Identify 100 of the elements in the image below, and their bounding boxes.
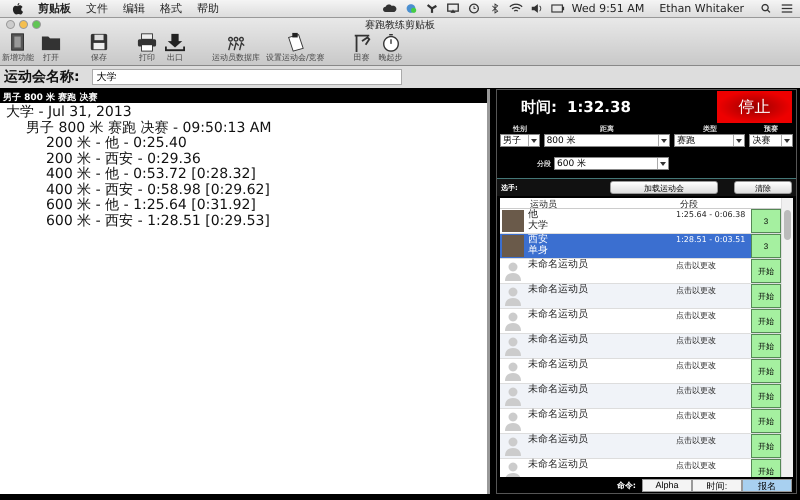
caret-icon (530, 138, 537, 142)
search-icon[interactable] (759, 3, 773, 14)
athlete-row[interactable]: 未命名运动员 点击以更改 开始 (500, 359, 781, 384)
segment-tab[interactable]: 时间: (692, 478, 742, 492)
dropdown[interactable]: 决赛 (749, 134, 793, 147)
timer-label: 时间: (521, 98, 557, 116)
menu-item[interactable]: 帮助 (197, 1, 219, 16)
lap-button[interactable]: 3 (751, 234, 781, 258)
meet-name-field[interactable]: 大学 (92, 69, 402, 85)
caret-icon (784, 138, 790, 142)
toolbar-button[interactable]: 晚起步 (378, 32, 403, 63)
toolbar-button[interactable]: 运动员数据库 (212, 32, 260, 63)
printer-icon (136, 32, 158, 52)
wifi-icon[interactable] (508, 3, 523, 14)
athlete-name: 未命名运动员 (528, 359, 589, 370)
athlete-row[interactable]: 未命名运动员 点击以更改 开始 (500, 434, 781, 459)
speaker-icon[interactable] (530, 3, 544, 14)
lap-button[interactable]: 开始 (751, 459, 781, 477)
athlete-row[interactable]: 未命名运动员 点击以更改 开始 (500, 409, 781, 434)
split-time: 点击以更改 (676, 460, 717, 471)
download-tray-icon (164, 32, 186, 52)
lap-button[interactable]: 开始 (751, 434, 781, 458)
log-line: 大学 - Jul 31, 2013 (6, 104, 132, 120)
person-silhouette-icon (502, 435, 524, 457)
window-title: 赛跑教练剪贴板 (365, 18, 435, 32)
person-silhouette-icon (502, 410, 524, 432)
globe-icon[interactable] (404, 3, 418, 14)
athlete-name: 未命名运动员 (528, 284, 589, 295)
lap-button[interactable]: 开始 (751, 259, 781, 283)
athlete-row[interactable]: 他 大学 1:25.64 - 0:06.38 3 (500, 209, 781, 234)
split-time: 点击以更改 (676, 435, 717, 446)
scroll-bar[interactable] (781, 198, 793, 477)
split-time: 点击以更改 (676, 385, 717, 396)
dropdown[interactable]: 赛跑 (674, 134, 746, 147)
airplay-icon[interactable] (446, 3, 460, 14)
log-line: 200 米 - 西安 - 0:29.36 (46, 150, 201, 166)
clear-button[interactable]: 清除 (734, 181, 792, 194)
athlete-row[interactable]: 未命名运动员 点击以更改 开始 (500, 309, 781, 334)
athlete-row[interactable]: 未命名运动员 点击以更改 开始 (500, 384, 781, 409)
log-line: 男子 800 米 赛跑 决赛 - 09:50:13 AM (26, 120, 272, 136)
clock-icon[interactable] (466, 3, 481, 14)
menu-item[interactable]: 文件 (86, 1, 108, 16)
menu-item[interactable]: 编辑 (123, 1, 145, 16)
lap-button[interactable]: 3 (751, 209, 781, 233)
split-time: 1:28.51 - 0:03.51 (676, 235, 746, 244)
person-silhouette-icon (502, 260, 524, 282)
cloud-icon[interactable] (382, 3, 397, 14)
athlete-row[interactable]: 西安 单身 1:28.51 - 0:03.51 3 (500, 234, 781, 259)
toolbar-button[interactable]: 新增功能 (2, 32, 34, 63)
athlete-name: 他 (528, 209, 538, 220)
toolbar-button[interactable]: 保存 (88, 32, 110, 63)
person-silhouette-icon (502, 335, 524, 357)
split-time: 点击以更改 (676, 260, 717, 271)
split-time: 点击以更改 (676, 310, 717, 321)
column-header[interactable]: 分段 (680, 198, 698, 208)
athlete-team: 大学 (528, 220, 549, 231)
dropdown[interactable]: 男子 (500, 134, 540, 147)
athlete-team: 单身 (528, 245, 549, 256)
lap-button[interactable]: 开始 (751, 284, 781, 308)
toolbar-button[interactable]: 打印 (136, 32, 158, 63)
photo-placeholder (502, 210, 524, 232)
athlete-name: 西安 (528, 234, 549, 245)
log-line: 400 米 - 他 - 0:53.72 [0:28.32] (46, 166, 256, 182)
load-meet-button[interactable]: 加载运动会 (610, 181, 718, 194)
timer-value: 1:32.38 (567, 98, 632, 116)
list-icon[interactable] (780, 3, 794, 14)
athlete-row[interactable]: 未命名运动员 点击以更改 开始 (500, 284, 781, 309)
athlete-name: 未命名运动员 (528, 259, 589, 270)
lap-button[interactable]: 开始 (751, 359, 781, 383)
toolbar-button[interactable]: 打开 (40, 32, 62, 63)
athlete-row[interactable]: 未命名运动员 点击以更改 开始 (500, 259, 781, 284)
lap-button[interactable]: 开始 (751, 334, 781, 358)
battery-icon[interactable] (550, 3, 565, 14)
athlete-name: 未命名运动员 (528, 384, 589, 395)
lap-button[interactable]: 开始 (751, 409, 781, 433)
athlete-name: 未命名运动员 (528, 459, 589, 470)
stop-button[interactable]: 停止 (717, 91, 792, 123)
segment-tab[interactable]: 报名 (742, 478, 792, 492)
toolbar-button[interactable]: 设置运动会/竞赛 (266, 32, 325, 63)
lap-button[interactable]: 开始 (751, 309, 781, 333)
user-name[interactable]: Ethan Whitaker (659, 2, 744, 15)
dropdown[interactable]: 800 米 (544, 134, 670, 147)
person-silhouette-icon (502, 310, 524, 332)
apple-icon[interactable] (12, 2, 23, 15)
segment-tab[interactable]: Alpha (642, 478, 692, 492)
person-silhouette-icon (502, 285, 524, 307)
log-line: 600 米 - 西安 - 1:28.51 [0:29.53] (46, 212, 270, 228)
caret-icon (661, 138, 668, 142)
log-line: 200 米 - 他 - 0:25.40 (46, 135, 187, 151)
athlete-row[interactable]: 未命名运动员 点击以更改 开始 (500, 334, 781, 359)
lap-button[interactable]: 开始 (751, 384, 781, 408)
menu-item[interactable]: 格式 (160, 1, 182, 16)
column-header[interactable]: 运动员 (530, 198, 680, 208)
toolbar-button[interactable]: 出口 (164, 32, 186, 63)
toolbar-button[interactable]: 田赛 (350, 32, 373, 63)
app-menu[interactable]: 剪贴板 (38, 1, 71, 16)
meet-name-label: 运动会名称: (4, 68, 80, 86)
dropdown[interactable]: 600 米 (554, 157, 669, 170)
athlete-name: 未命名运动员 (528, 334, 589, 345)
menu-clock[interactable]: Wed 9:51 AM (572, 2, 644, 15)
